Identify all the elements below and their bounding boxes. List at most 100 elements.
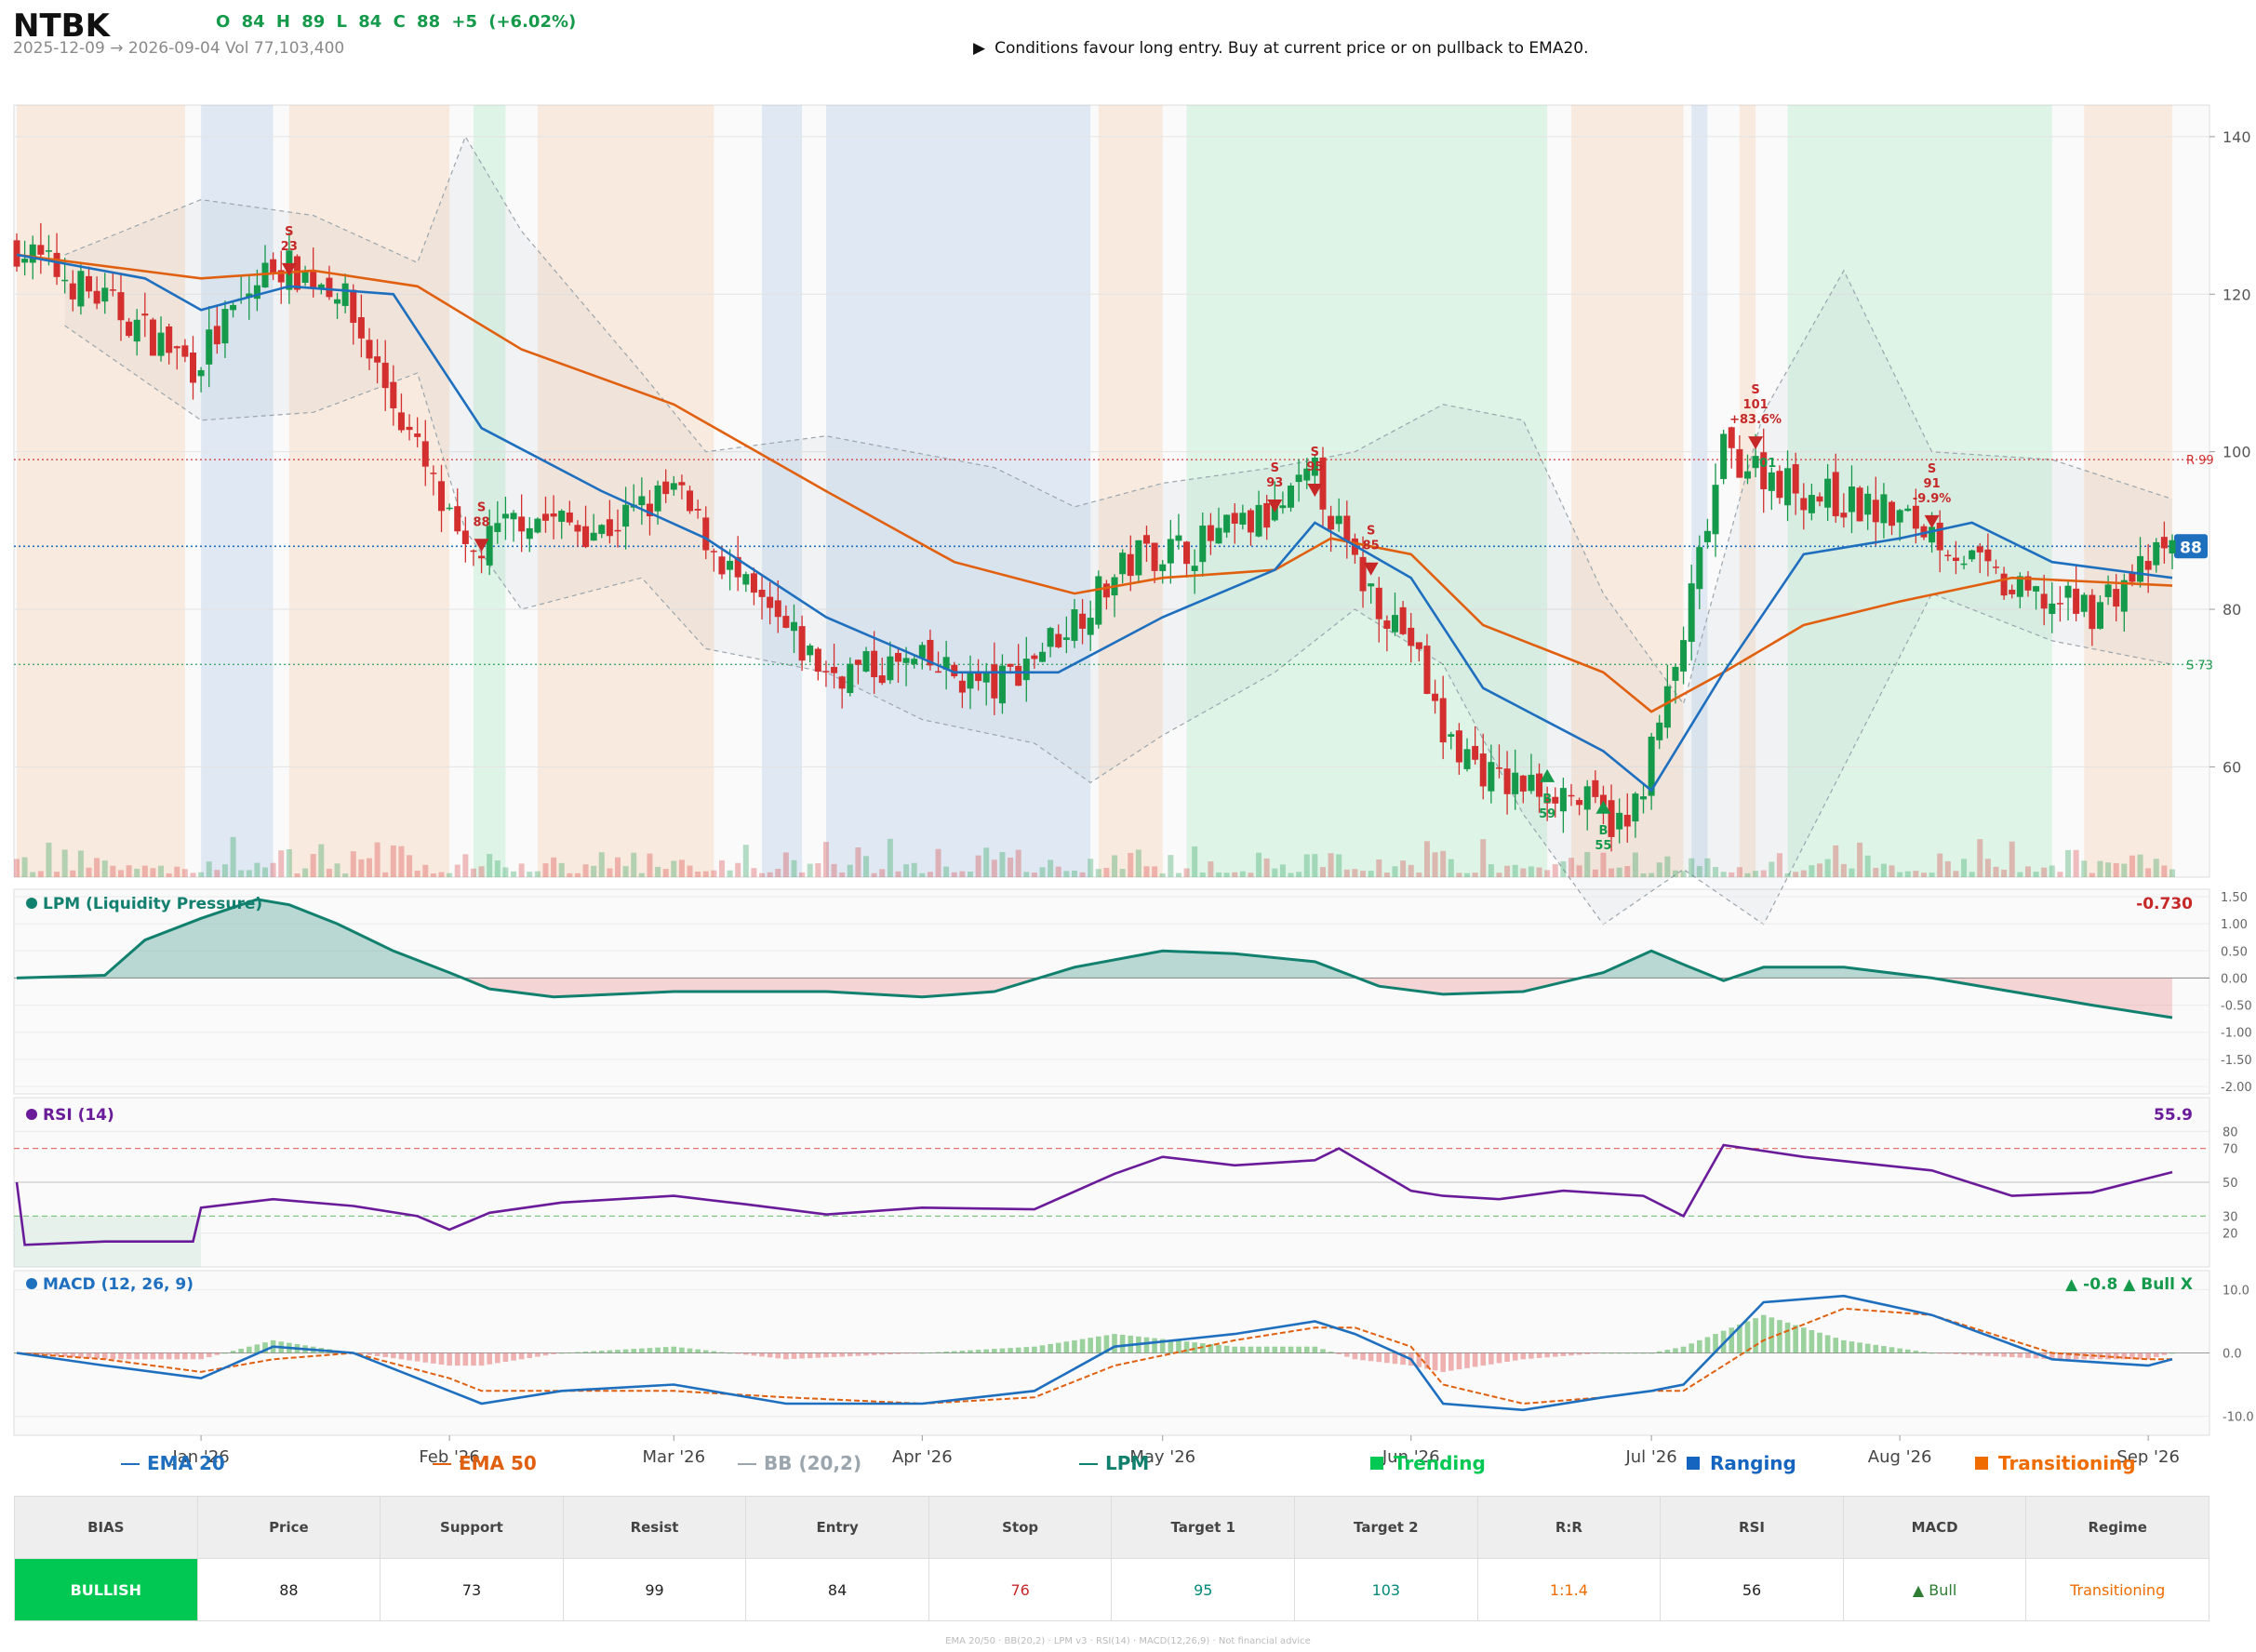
candle-body (1247, 510, 1254, 533)
macd-hist-bar (1263, 1346, 1270, 1353)
x-tick-label: Jul '26 (1624, 1447, 1676, 1467)
volume-bar (438, 872, 445, 877)
level-label: S 73 (2186, 659, 2213, 673)
summary-table: BIAS Price Support Resist Entry Stop Target 1T… (14, 1496, 2209, 1621)
candle-body (807, 645, 814, 656)
macd-hist-bar (158, 1352, 164, 1360)
macd-hist-bar (422, 1352, 429, 1363)
candle-body (1191, 566, 1198, 571)
volume-bar (558, 862, 565, 877)
macd-hist-bar (679, 1347, 685, 1353)
candle-body (935, 671, 942, 673)
macd-hist-bar (1624, 1352, 1631, 1354)
volume-bar (647, 853, 653, 877)
volume-bar (887, 838, 893, 877)
volume-bar (1584, 852, 1591, 877)
candle-body (1288, 486, 1295, 508)
volume-bar (1929, 873, 1935, 877)
volume-bar (2129, 855, 2135, 877)
volume-bar (527, 872, 533, 877)
candle-body (1215, 527, 1222, 544)
volume-bar (839, 872, 846, 877)
volume-bar (1944, 860, 1951, 877)
candle-body (478, 555, 486, 559)
rsi-tick-label: 20 (2223, 1228, 2238, 1242)
volume-bar (598, 852, 605, 877)
candle-body (1375, 587, 1382, 620)
candle-body (822, 671, 830, 673)
candle-body (1463, 749, 1471, 769)
candle-body (1632, 793, 1639, 822)
candle-body (1583, 786, 1591, 810)
candle-body (1167, 539, 1174, 564)
macd-hist-bar (823, 1352, 829, 1358)
candle-body (181, 345, 189, 357)
volume-bar (502, 867, 509, 877)
candle-body (1872, 500, 1879, 523)
candle-body (213, 326, 220, 345)
candle-body (1279, 505, 1287, 509)
macd-hist-bar (639, 1348, 645, 1353)
macd-hist-bar (1216, 1344, 1221, 1353)
macd-hist-bar (1303, 1346, 1310, 1353)
volume-bar (2073, 849, 2079, 877)
candle-body (878, 675, 886, 684)
volume-bar (542, 863, 549, 877)
volume-bar (1592, 869, 1598, 877)
volume-bar (1135, 849, 1141, 877)
volume-bar (767, 872, 773, 877)
candle-body (166, 326, 173, 353)
volume-bar (366, 858, 372, 877)
volume-bar (1880, 863, 1887, 877)
candle-body (1528, 774, 1535, 792)
candle-body (2000, 573, 2008, 596)
candle-body (29, 244, 36, 263)
volume-bar (117, 870, 124, 877)
volume-bar (1616, 867, 1622, 877)
candle-body (1696, 547, 1703, 590)
volume-bar (1159, 873, 1166, 877)
volume-bar (310, 854, 316, 877)
volume-bar (334, 863, 340, 877)
summary-value-stop: 76 (928, 1558, 1113, 1621)
candle-body (1183, 541, 1191, 565)
candle-body (1640, 796, 1648, 800)
macd-hist-bar (831, 1352, 837, 1357)
volume-bar (1432, 852, 1438, 877)
candle-body (1776, 471, 1783, 499)
signal-label: 91 (1924, 477, 1941, 491)
macd-hist-bar (150, 1352, 156, 1360)
volume-bar (1776, 853, 1782, 877)
macd-hist-bar (815, 1352, 821, 1358)
signal-label: 59 (1539, 807, 1555, 821)
candle-body (1503, 768, 1511, 794)
candle-body (157, 332, 165, 356)
volume-bar (1649, 873, 1655, 877)
legend-label: EMA 20 (147, 1452, 225, 1474)
x-tick-label: Mar '26 (643, 1447, 706, 1467)
volume-bar (975, 855, 981, 877)
candle-body (727, 560, 734, 570)
macd-hist-bar (1088, 1338, 1093, 1353)
candle-body (2129, 572, 2136, 582)
volume-bar (1296, 872, 1302, 877)
volume-bar (1609, 868, 1615, 877)
macd-hist-bar (511, 1352, 516, 1361)
macd-hist-bar (478, 1352, 485, 1366)
volume-bar (1168, 855, 1174, 877)
candle-body (1792, 464, 1799, 494)
volume-bar (831, 863, 837, 877)
chart-canvas[interactable]: 6080100120140R 99S 7388S23S88S93S95S85B5… (0, 0, 2256, 1652)
summary-value-entry: 84 (745, 1558, 929, 1621)
macd-hist-bar (1376, 1352, 1382, 1363)
volume-bar (999, 851, 1006, 877)
candle-body (2080, 594, 2088, 612)
candle-body (702, 517, 710, 551)
candle-body (1743, 471, 1751, 479)
volume-bar (1920, 873, 1927, 877)
legend-label: EMA 50 (459, 1452, 537, 1474)
volume-bar (1199, 873, 1206, 877)
candle-body (1663, 686, 1671, 728)
macd-hist-bar (487, 1352, 492, 1365)
volume-bar (1319, 867, 1326, 877)
